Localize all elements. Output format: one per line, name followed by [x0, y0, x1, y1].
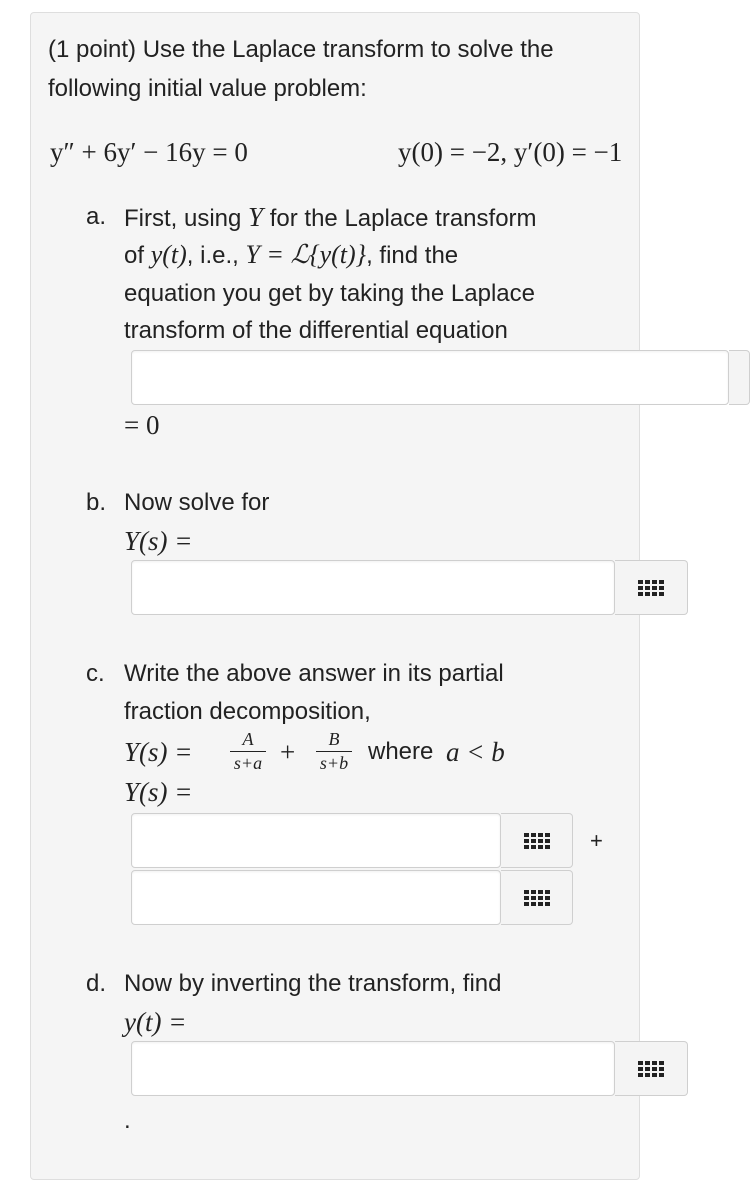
frac2-denominator: s+b: [319, 753, 349, 773]
initial-conditions: y(0) = −2, y′(0) = −1: [398, 137, 623, 167]
part-c-plus: +: [280, 737, 296, 767]
frac2-numerator: B: [328, 729, 340, 749]
part-c-answer-input-1[interactable]: [131, 813, 501, 868]
part-a-line-1: First, using Y for the Laplace transform: [124, 202, 537, 232]
part-d-matrix-button[interactable]: [615, 1041, 688, 1096]
ode-equation: y″ + 6y′ − 16y = 0: [50, 137, 248, 167]
grid-icon: [638, 1060, 664, 1077]
grid-icon: [523, 832, 550, 849]
part-d-line-1: Now by inverting the transform, find: [124, 970, 502, 997]
part-b-matrix-button[interactable]: [615, 560, 688, 615]
part-d-label: y(t) =: [124, 1007, 187, 1037]
part-a-line-4: transform of the differential equation: [124, 317, 508, 344]
part-a-matrix-button[interactable]: [729, 350, 750, 405]
part-c-marker: c.: [86, 660, 105, 687]
part-d-answer-input[interactable]: [131, 1041, 615, 1096]
part-c-label: Y(s) =: [124, 777, 193, 807]
part-a-equals-zero: = 0: [124, 410, 160, 440]
part-d-trailing-period: .: [124, 1107, 131, 1134]
part-b-label: Y(s) =: [124, 526, 193, 556]
part-c-formula-lhs: Y(s) =: [124, 737, 193, 767]
frac1-numerator: A: [242, 729, 254, 749]
part-c-matrix-button-2[interactable]: [501, 870, 573, 925]
frac1-bar: [230, 751, 266, 752]
grid-icon: [638, 579, 664, 596]
frac2-bar: [316, 751, 352, 752]
part-c-matrix-button-1[interactable]: [501, 813, 573, 868]
part-a-marker: a.: [86, 203, 107, 230]
part-a-line-3: equation you get by taking the Laplace: [124, 280, 535, 307]
part-b-marker: b.: [86, 489, 107, 516]
part-c-where-text: where: [368, 738, 434, 765]
grid-icon: [523, 889, 550, 906]
part-c-line-1: Write the above answer in its partial: [124, 660, 504, 687]
part-c-where-math: a < b: [446, 737, 505, 767]
part-a-line-2: of y(t), i.e., Y = ℒ{y(t)}, find the: [124, 240, 459, 269]
part-d-marker: d.: [86, 970, 107, 997]
intro-line-1: (1 point) Use the Laplace transform to s…: [48, 36, 554, 63]
part-a-answer-input[interactable]: [131, 350, 729, 405]
part-b-answer-input[interactable]: [131, 560, 615, 615]
part-c-answer-input-2[interactable]: [131, 870, 501, 925]
part-b-line-1: Now solve for: [124, 489, 270, 516]
part-c-line-2: fraction decomposition,: [124, 698, 371, 725]
part-c-between-plus: +: [590, 828, 603, 853]
intro-line-2: following initial value problem:: [48, 75, 367, 102]
frac1-denominator: s+a: [233, 753, 263, 773]
